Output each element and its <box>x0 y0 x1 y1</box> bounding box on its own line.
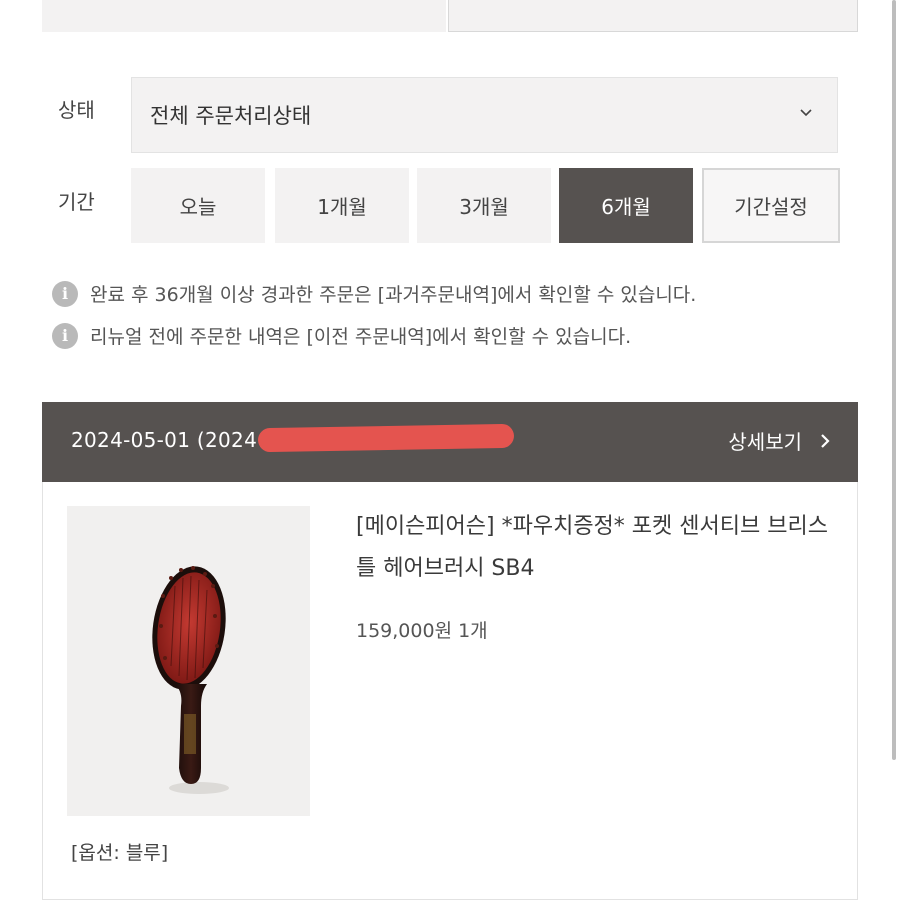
redaction-mark <box>257 423 515 453</box>
chevron-right-icon <box>821 433 830 448</box>
top-field-left[interactable] <box>42 0 446 32</box>
product-option: [옵션: 블루] <box>71 842 169 864</box>
notice-past-orders: i 완료 후 36개월 이상 경과한 주문은 [과거주문내역]에서 확인할 수 … <box>52 280 696 307</box>
notice-previous-orders: i 리뉴얼 전에 주문한 내역은 [이전 주문내역]에서 확인할 수 있습니다. <box>52 322 631 349</box>
period-label: 기간 <box>58 190 95 214</box>
period-3month-button[interactable]: 3개월 <box>417 168 551 243</box>
status-select-value: 전체 주문처리상태 <box>150 104 312 128</box>
order-item: [메이슨피어슨] *파우치증정* 포켓 센서티브 브리스틀 헤어브러시 SB4 … <box>42 482 858 900</box>
product-name[interactable]: [메이슨피어슨] *파우치증정* 포켓 센서티브 브리스틀 헤어브러시 SB4 <box>356 506 836 590</box>
info-icon: i <box>52 280 78 307</box>
info-icon: i <box>52 322 78 349</box>
period-today-button[interactable]: 오늘 <box>131 168 265 243</box>
period-1month-button[interactable]: 1개월 <box>275 168 409 243</box>
period-6month-button[interactable]: 6개월 <box>559 168 693 243</box>
order-date: 2024-05-01 (2024 <box>71 428 258 452</box>
notice-text: 리뉴얼 전에 주문한 내역은 [이전 주문내역]에서 확인할 수 있습니다. <box>90 326 632 348</box>
top-field-right[interactable] <box>448 0 858 32</box>
hairbrush-image <box>152 566 229 794</box>
scrollbar[interactable] <box>892 0 896 760</box>
product-image[interactable] <box>67 506 310 816</box>
notice-text: 완료 후 36개월 이상 경과한 주문은 [과거주문내역]에서 확인할 수 있습… <box>90 284 697 306</box>
order-detail-label: 상세보기 <box>728 430 802 454</box>
order-header: 2024-05-01 (2024 상세보기 <box>42 402 858 482</box>
order-detail-link[interactable]: 상세보기 <box>728 426 830 455</box>
status-select[interactable]: 전체 주문처리상태 <box>131 77 838 153</box>
period-custom-button[interactable]: 기간설정 <box>702 168 840 243</box>
product-price: 159,000원 1개 <box>356 620 488 642</box>
chevron-down-icon <box>800 109 812 117</box>
status-label: 상태 <box>58 98 95 122</box>
